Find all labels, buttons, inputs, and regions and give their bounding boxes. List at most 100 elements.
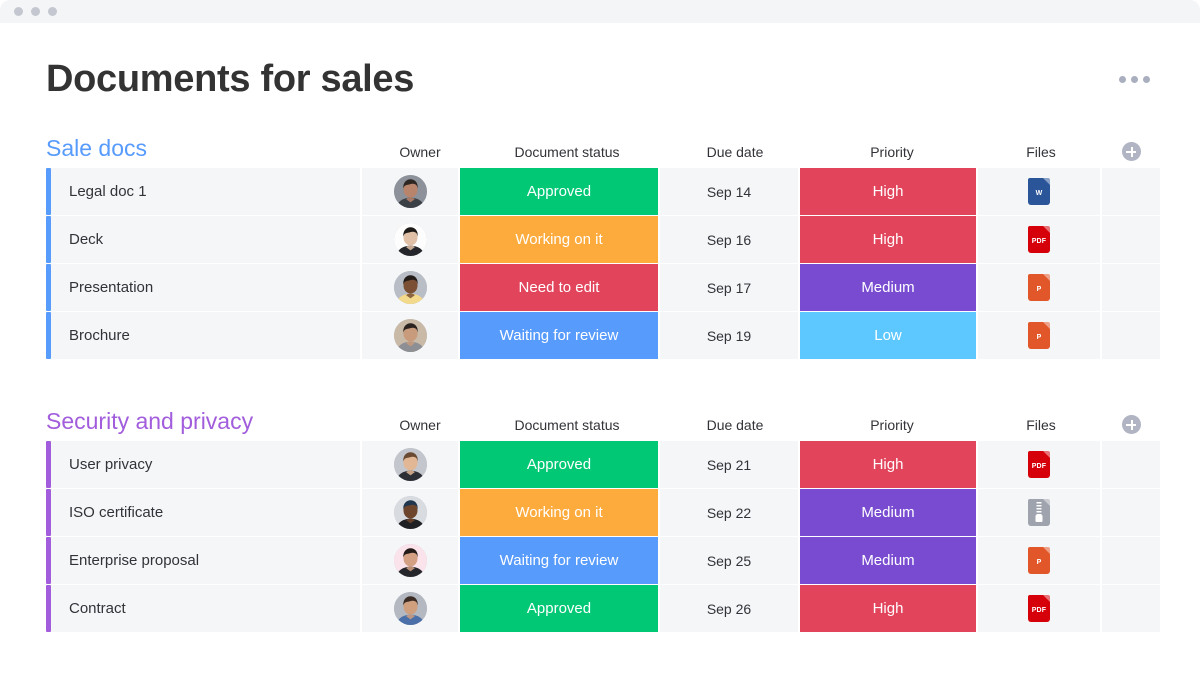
due-date-cell[interactable]: Sep 25 xyxy=(660,537,798,584)
due-date-cell[interactable]: Sep 16 xyxy=(660,216,798,263)
owner-cell[interactable] xyxy=(362,585,458,632)
due-date-cell[interactable]: Sep 19 xyxy=(660,312,798,359)
due-date-cell[interactable]: Sep 14 xyxy=(660,168,798,215)
add-column-icon[interactable] xyxy=(1122,415,1141,434)
priority-cell[interactable]: High xyxy=(800,168,976,215)
status-cell[interactable]: Need to edit xyxy=(460,264,658,311)
group-title[interactable]: Sale docs xyxy=(46,135,147,161)
owner-cell[interactable] xyxy=(362,312,458,359)
kebab-menu-icon[interactable] xyxy=(1117,70,1152,89)
file-icon-powerpoint[interactable]: P xyxy=(1028,274,1050,301)
status-cell[interactable]: Working on it xyxy=(460,216,658,263)
priority-cell[interactable]: Medium xyxy=(800,264,976,311)
zip-pull xyxy=(1036,515,1043,522)
column-header-owner[interactable]: Owner xyxy=(372,143,468,161)
file-icon-powerpoint[interactable]: P xyxy=(1028,322,1050,349)
files-cell[interactable] xyxy=(978,489,1100,536)
files-cell[interactable]: PDF xyxy=(978,441,1100,488)
status-cell[interactable]: Waiting for review xyxy=(460,537,658,584)
file-icon-zip[interactable] xyxy=(1028,499,1050,526)
avatar-woman-4[interactable] xyxy=(394,544,427,577)
row-name[interactable]: User privacy xyxy=(51,441,360,488)
column-header-due-date[interactable]: Due date xyxy=(666,143,804,161)
files-cell[interactable]: P xyxy=(978,537,1100,584)
table-row[interactable]: Brochure Waiting for review Sep 19 Low P xyxy=(46,312,1160,359)
files-cell[interactable]: W xyxy=(978,168,1100,215)
column-header-priority[interactable]: Priority xyxy=(804,416,980,434)
priority-cell[interactable]: High xyxy=(800,441,976,488)
status-label: Need to edit xyxy=(519,279,600,296)
table-row[interactable]: Contract Approved Sep 26 High PDF xyxy=(46,585,1160,632)
boards-container: Sale docs Owner Document status Due date… xyxy=(46,131,1160,632)
row-name[interactable]: Contract xyxy=(51,585,360,632)
avatar-man-1[interactable] xyxy=(394,223,427,256)
owner-cell[interactable] xyxy=(362,489,458,536)
trailing-cell xyxy=(1102,216,1160,263)
owner-cell[interactable] xyxy=(362,537,458,584)
files-cell[interactable]: PDF xyxy=(978,216,1100,263)
column-header-files[interactable]: Files xyxy=(980,416,1102,434)
column-header-files[interactable]: Files xyxy=(980,143,1102,161)
file-icon-pdf[interactable]: PDF xyxy=(1028,595,1050,622)
due-date-cell[interactable]: Sep 21 xyxy=(660,441,798,488)
avatar-man-4[interactable] xyxy=(394,592,427,625)
priority-cell[interactable]: Low xyxy=(800,312,976,359)
files-cell[interactable]: P xyxy=(978,264,1100,311)
add-column-icon[interactable] xyxy=(1122,142,1141,161)
file-corner-fold xyxy=(1043,274,1050,281)
file-corner-fold xyxy=(1043,226,1050,233)
table-row[interactable]: User privacy Approved Sep 21 High PDF xyxy=(46,441,1160,488)
row-name[interactable]: Legal doc 1 xyxy=(51,168,360,215)
file-icon-label: PDF xyxy=(1032,463,1047,470)
status-cell[interactable]: Working on it xyxy=(460,489,658,536)
row-name[interactable]: Brochure xyxy=(51,312,360,359)
row-name[interactable]: ISO certificate xyxy=(51,489,360,536)
column-header-due-date[interactable]: Due date xyxy=(666,416,804,434)
table-row[interactable]: Deck Working on it Sep 16 High PDF xyxy=(46,216,1160,263)
row-name[interactable]: Enterprise proposal xyxy=(51,537,360,584)
column-header-owner[interactable]: Owner xyxy=(372,416,468,434)
files-cell[interactable]: P xyxy=(978,312,1100,359)
file-corner-fold xyxy=(1043,595,1050,602)
due-date-cell[interactable]: Sep 17 xyxy=(660,264,798,311)
table-row[interactable]: ISO certificate Working on it Sep 22 Med… xyxy=(46,489,1160,536)
priority-cell[interactable]: Medium xyxy=(800,537,976,584)
row-name[interactable]: Presentation xyxy=(51,264,360,311)
column-header-priority[interactable]: Priority xyxy=(804,143,980,161)
column-header-status[interactable]: Document status xyxy=(468,143,666,161)
status-cell[interactable]: Waiting for review xyxy=(460,312,658,359)
window-maximize-dot[interactable] xyxy=(48,7,57,16)
table-row[interactable]: Presentation Need to edit Sep 17 Medium … xyxy=(46,264,1160,311)
avatar-woman-2[interactable] xyxy=(394,271,427,304)
due-date-cell[interactable]: Sep 22 xyxy=(660,489,798,536)
file-icon-pdf[interactable]: PDF xyxy=(1028,226,1050,253)
window-minimize-dot[interactable] xyxy=(31,7,40,16)
file-icon-word[interactable]: W xyxy=(1028,178,1050,205)
row-name[interactable]: Deck xyxy=(51,216,360,263)
status-cell[interactable]: Approved xyxy=(460,168,658,215)
avatar-man-2[interactable] xyxy=(394,448,427,481)
status-cell[interactable]: Approved xyxy=(460,441,658,488)
owner-cell[interactable] xyxy=(362,216,458,263)
files-cell[interactable]: PDF xyxy=(978,585,1100,632)
file-icon-powerpoint[interactable]: P xyxy=(1028,547,1050,574)
avatar-man-3[interactable] xyxy=(394,496,427,529)
owner-cell[interactable] xyxy=(362,264,458,311)
column-header-status[interactable]: Document status xyxy=(468,416,666,434)
table-row[interactable]: Legal doc 1 Approved Sep 14 High W xyxy=(46,168,1160,215)
trailing-cell xyxy=(1102,441,1160,488)
avatar-woman-3[interactable] xyxy=(394,319,427,352)
priority-cell[interactable]: Medium xyxy=(800,489,976,536)
owner-cell[interactable] xyxy=(362,441,458,488)
status-cell[interactable]: Approved xyxy=(460,585,658,632)
window-close-dot[interactable] xyxy=(14,7,23,16)
trailing-cell xyxy=(1102,489,1160,536)
group-title[interactable]: Security and privacy xyxy=(46,408,253,434)
owner-cell[interactable] xyxy=(362,168,458,215)
priority-cell[interactable]: High xyxy=(800,585,976,632)
avatar-woman-1[interactable] xyxy=(394,175,427,208)
priority-cell[interactable]: High xyxy=(800,216,976,263)
file-icon-pdf[interactable]: PDF xyxy=(1028,451,1050,478)
table-row[interactable]: Enterprise proposal Waiting for review S… xyxy=(46,537,1160,584)
due-date-cell[interactable]: Sep 26 xyxy=(660,585,798,632)
